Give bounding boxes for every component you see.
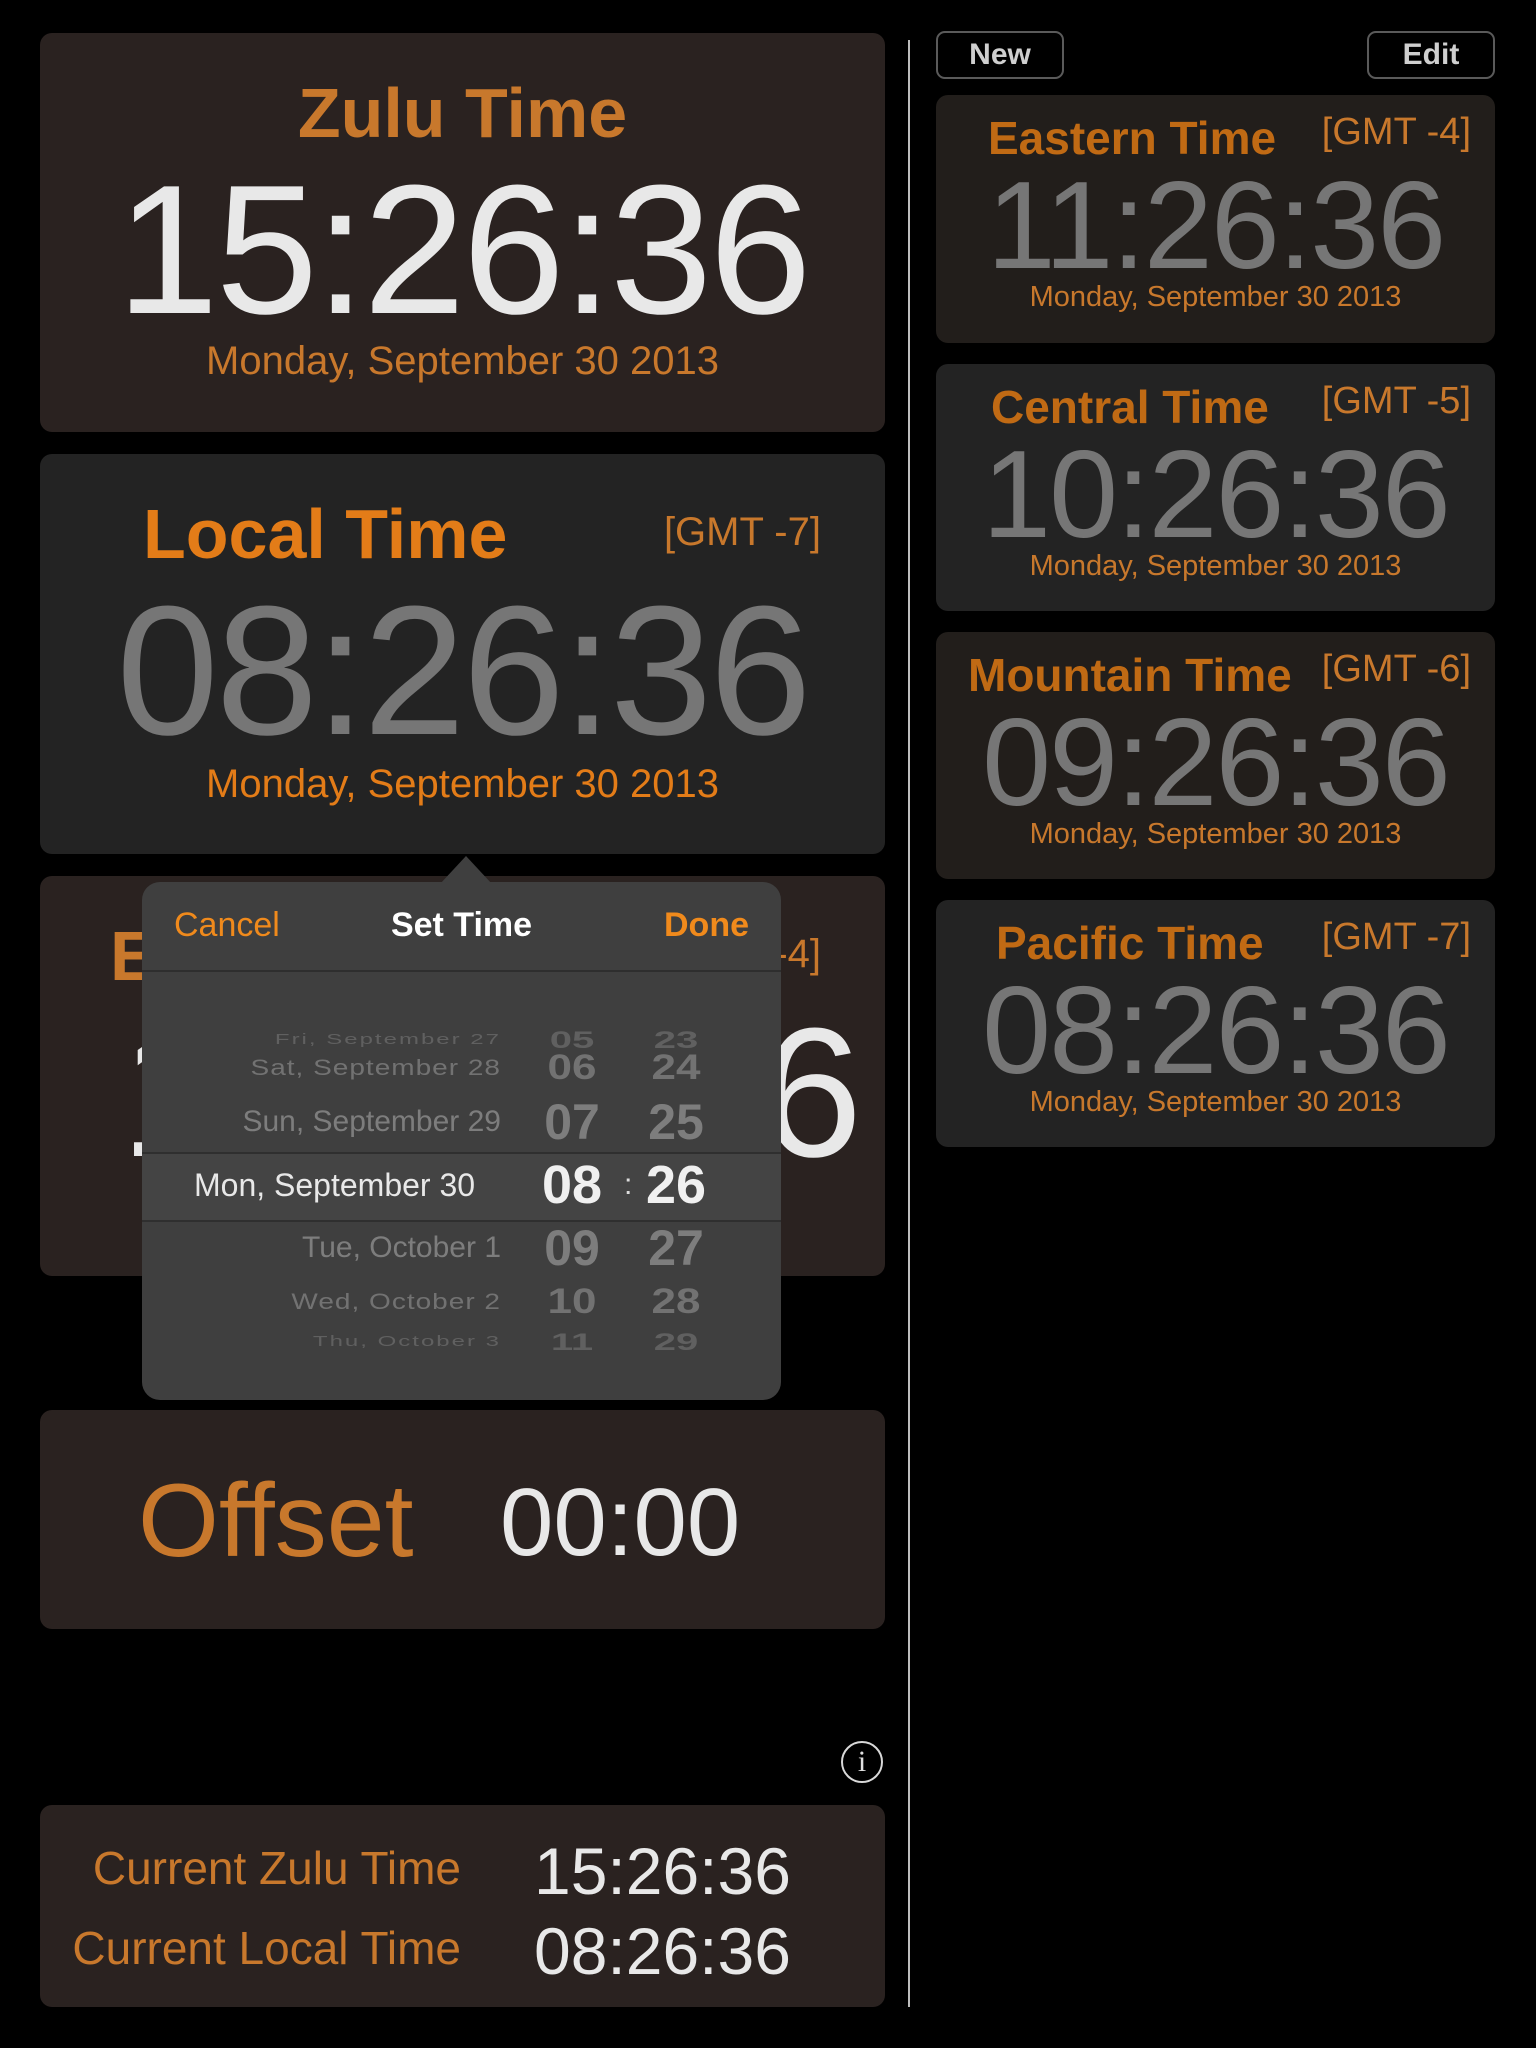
picker-hour: 09 xyxy=(544,1220,600,1276)
picker-separator: : xyxy=(624,1168,633,1201)
picker-date: Wed, October 2 xyxy=(291,1289,501,1314)
picker-date: Mon, September 30 xyxy=(194,1167,476,1203)
zone-card-central[interactable]: Central Time [GMT -5] 10:26:36 Monday, S… xyxy=(936,364,1495,611)
picker-row[interactable]: Sun, September 29 07 25 xyxy=(142,1092,781,1152)
set-time-popover: Cancel Set Time Done Fri, September 27 0… xyxy=(142,882,781,1400)
picker-row[interactable]: Sat, September 28 06 24 xyxy=(142,1044,781,1092)
split-divider xyxy=(908,40,910,2007)
picker-minute: 24 xyxy=(651,1048,701,1088)
zone-gmt: [GMT -4] xyxy=(1321,111,1471,153)
zone-gmt: [GMT -5] xyxy=(1321,380,1471,422)
picker-hour: 08 xyxy=(541,1155,603,1215)
zone-date: Monday, September 30 2013 xyxy=(1029,281,1402,313)
current-local-value: 08:26:36 xyxy=(534,1914,791,1988)
picker-date: Tue, October 1 xyxy=(302,1231,501,1264)
picker-date: Sat, September 28 xyxy=(250,1055,501,1080)
local-gmt: [GMT -7] xyxy=(663,510,821,554)
picker-row-selected[interactable]: Mon, September 30 08 : 26 xyxy=(142,1155,781,1215)
local-time-card[interactable]: Local Time [GMT -7] 08:26:36 Monday, Sep… xyxy=(40,454,885,854)
offset-card[interactable]: Offset 00:00 xyxy=(40,1410,885,1629)
picker-hour: 11 xyxy=(550,1328,594,1356)
zone-time: 08:26:36 xyxy=(982,962,1451,1100)
zone-card-pacific[interactable]: Pacific Time [GMT -7] 08:26:36 Monday, S… xyxy=(936,900,1495,1147)
zone-card-mountain[interactable]: Mountain Time [GMT -6] 09:26:36 Monday, … xyxy=(936,632,1495,879)
picker-hour: 10 xyxy=(547,1282,597,1322)
zulu-title: Zulu Time xyxy=(297,74,628,152)
picker-row[interactable]: Wed, October 2 10 28 xyxy=(142,1278,781,1326)
picker-wheel[interactable]: Fri, September 27 05 23 Sat, September 2… xyxy=(142,972,781,1400)
zulu-time: 15:26:36 xyxy=(116,146,811,352)
zone-card-eastern[interactable]: Eastern Time [GMT -4] 11:26:36 Monday, S… xyxy=(936,95,1495,343)
picker-minute: 27 xyxy=(648,1220,704,1276)
zone-time: 11:26:36 xyxy=(986,157,1446,295)
done-button[interactable]: Done xyxy=(664,906,749,945)
current-zulu-label: Current Zulu Time xyxy=(92,1842,461,1894)
offset-value: 00:00 xyxy=(500,1469,741,1576)
picker-minute: 28 xyxy=(651,1282,701,1322)
picker-minute: 26 xyxy=(645,1155,707,1215)
zone-date: Monday, September 30 2013 xyxy=(1029,550,1402,582)
current-zulu-value: 15:26:36 xyxy=(534,1834,791,1908)
offset-label: Offset xyxy=(138,1463,414,1579)
popover-arrow xyxy=(440,856,492,884)
zone-date: Monday, September 30 2013 xyxy=(1029,1086,1402,1118)
picker-minute: 25 xyxy=(648,1094,704,1150)
current-local-label: Current Local Time xyxy=(72,1922,461,1974)
zone-gmt: [GMT -6] xyxy=(1321,648,1471,690)
zulu-time-card[interactable]: Zulu Time 15:26:36 Monday, September 30 … xyxy=(40,33,885,432)
new-button[interactable]: New xyxy=(936,31,1064,79)
current-times-card: Current Zulu Time 15:26:36 Current Local… xyxy=(40,1805,885,2007)
picker-row[interactable]: Tue, October 1 09 27 xyxy=(142,1218,781,1278)
zone-time: 09:26:36 xyxy=(982,694,1451,832)
zone-time: 10:26:36 xyxy=(982,426,1451,564)
picker-date: Thu, October 3 xyxy=(312,1333,501,1350)
zone-date: Monday, September 30 2013 xyxy=(1029,818,1402,850)
edit-button[interactable]: Edit xyxy=(1367,31,1495,79)
picker-row[interactable]: Thu, October 3 11 29 xyxy=(142,1324,781,1360)
local-title: Local Time xyxy=(143,495,508,573)
zulu-date: Monday, September 30 2013 xyxy=(206,339,719,383)
local-date: Monday, September 30 2013 xyxy=(206,762,719,806)
local-time: 08:26:36 xyxy=(116,567,811,773)
picker-minute: 29 xyxy=(653,1328,699,1356)
picker-hour: 06 xyxy=(547,1048,597,1088)
popover-header: Cancel Set Time Done xyxy=(142,882,781,972)
picker-hour: 07 xyxy=(544,1094,600,1150)
info-icon[interactable]: i xyxy=(841,1741,883,1783)
zone-gmt: [GMT -7] xyxy=(1321,916,1471,958)
picker-date: Sun, September 29 xyxy=(242,1105,501,1138)
hidden-card-gmt: -4] xyxy=(774,932,821,976)
